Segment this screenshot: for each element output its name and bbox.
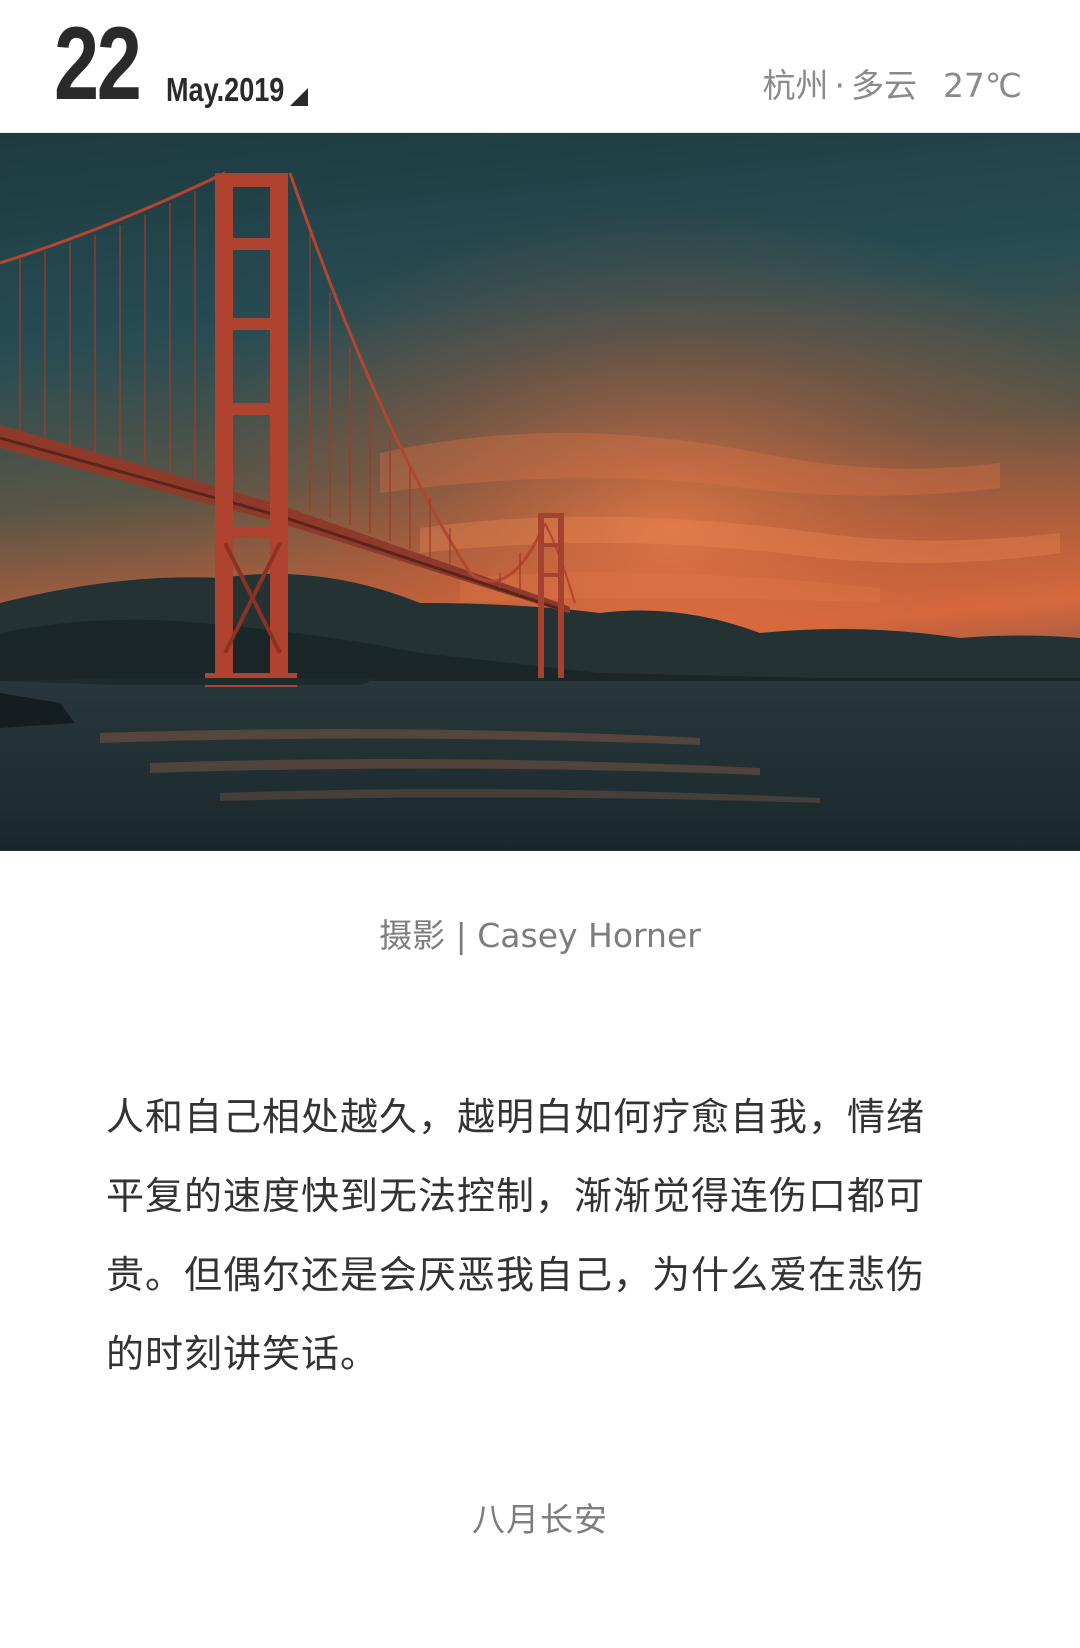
month-year[interactable]: May.2019 bbox=[166, 72, 284, 108]
bridge-sunset-image bbox=[0, 133, 1080, 851]
city-name: 杭州 bbox=[762, 66, 829, 105]
weather-info: 杭州 · 多云 27℃ bbox=[762, 66, 1022, 106]
photo-credit: 摄影 | Casey Horner bbox=[379, 916, 701, 955]
caret-triangle-icon[interactable] bbox=[290, 88, 308, 106]
weather-condition: 多云 bbox=[850, 66, 917, 105]
quote-author: 八月长安 bbox=[472, 1500, 608, 1539]
date-header: 22 May.2019 杭州 · 多云 27℃ bbox=[0, 0, 1080, 133]
weather-separator: · bbox=[834, 66, 845, 105]
cover-photo bbox=[0, 133, 1080, 851]
quote-text: 人和自己相处越久，越明白如何疗愈自我，情绪平复的速度快到无法控制，渐渐觉得连伤口… bbox=[106, 1095, 926, 1376]
temperature: 27℃ bbox=[942, 66, 1022, 105]
day-number: 22 bbox=[54, 6, 142, 122]
